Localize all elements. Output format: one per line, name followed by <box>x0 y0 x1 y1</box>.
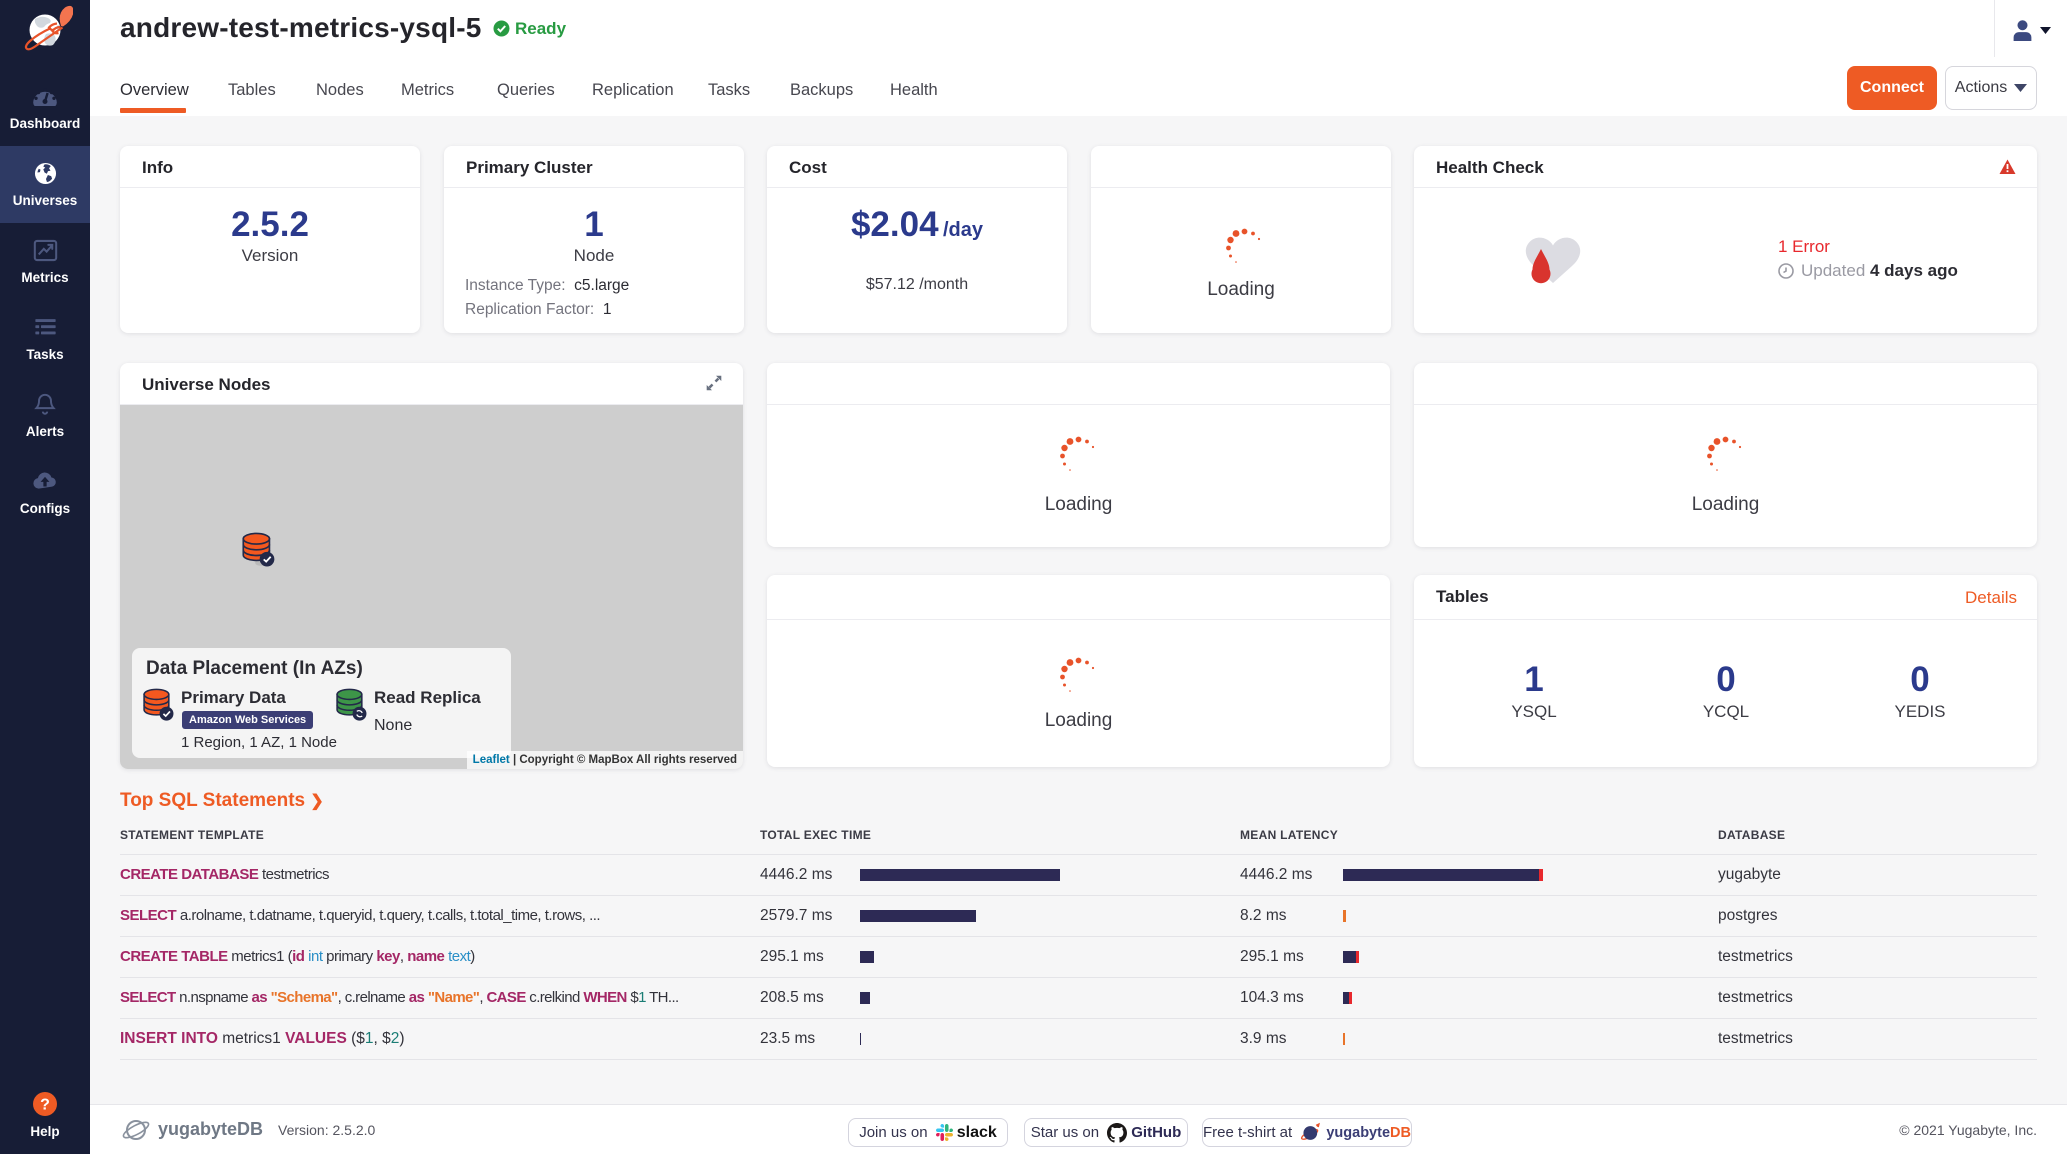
svg-text:?: ? <box>40 1097 50 1114</box>
